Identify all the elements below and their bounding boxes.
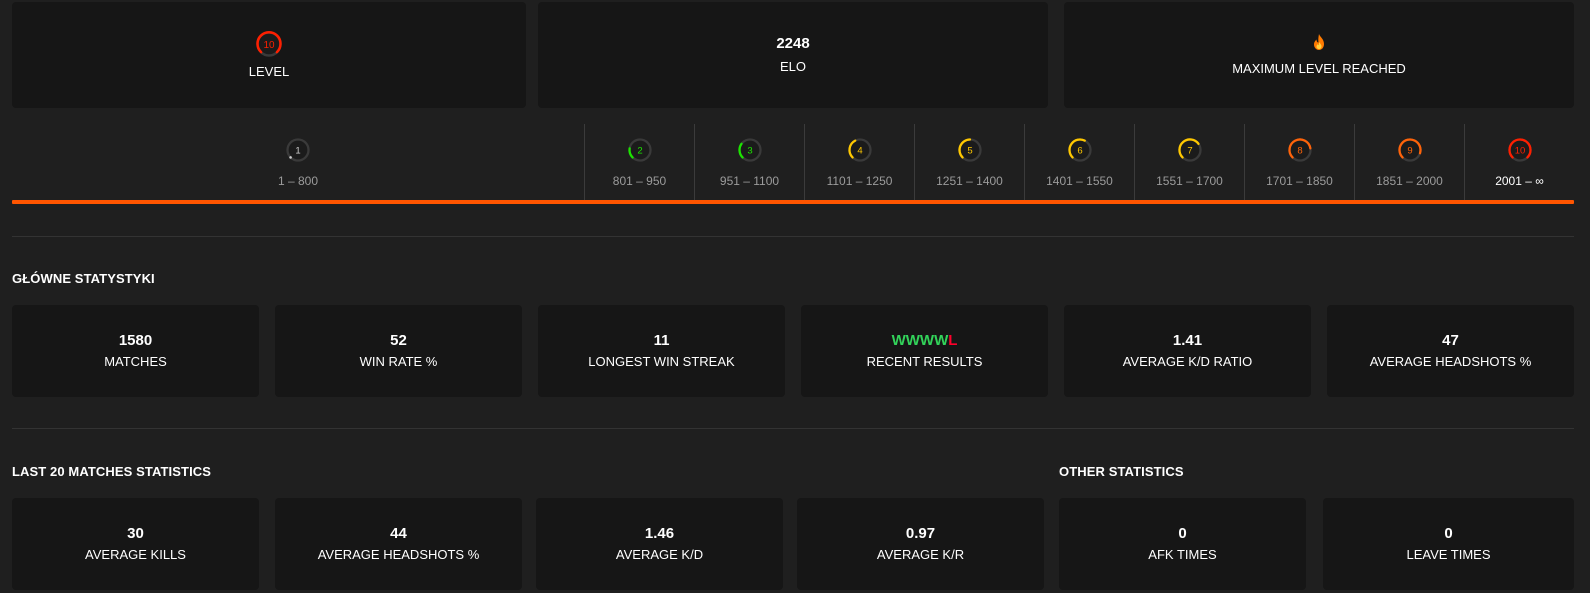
- faceit-stats-panel: 10 LEVEL 2248 ELO MAXIMUM LEVEL REACHED …: [0, 0, 1590, 593]
- stat-card-leave-times: 0 LEAVE TIMES: [1323, 498, 1574, 590]
- stat-card-average-headshots: 47 AVERAGE HEADSHOTS %: [1327, 305, 1574, 397]
- level-range-label: 1401 – 1550: [1046, 174, 1113, 188]
- stat-card-matches: 1580 MATCHES: [12, 305, 259, 397]
- level-4-icon: 4: [846, 136, 874, 164]
- level-3-icon: 3: [736, 136, 764, 164]
- last20-title: LAST 20 MATCHES STATISTICS: [12, 464, 212, 479]
- stat-label: LONGEST WIN STREAK: [588, 354, 735, 369]
- max-level-card: MAXIMUM LEVEL REACHED: [1064, 2, 1574, 108]
- stat-value: 52: [390, 332, 407, 349]
- result-win: W: [905, 332, 920, 349]
- level-9-icon: 9: [1396, 136, 1424, 164]
- svg-text:4: 4: [857, 146, 862, 157]
- stat-value: 30: [127, 525, 144, 542]
- stat-card-recent-results: WWWWL RECENT RESULTS: [801, 305, 1048, 397]
- stat-card-average-kills: 30 AVERAGE KILLS: [12, 498, 259, 590]
- level-segment-5: 5 1251 – 1400: [914, 124, 1024, 200]
- svg-text:7: 7: [1187, 146, 1192, 157]
- level-card: 10 LEVEL: [12, 2, 526, 108]
- level-range-label: 951 – 1100: [719, 174, 780, 188]
- svg-text:2: 2: [637, 146, 642, 157]
- level-segment-7: 7 1551 – 1700: [1134, 124, 1244, 200]
- level-segment-10: 10 2001 – ∞: [1464, 124, 1574, 200]
- stat-value: 0: [1178, 525, 1187, 542]
- result-win: W: [891, 332, 906, 349]
- stat-card-average-k-r: 0.97 AVERAGE K/R: [797, 498, 1044, 590]
- stat-card-average-k-d: 1.46 AVERAGE K/D: [536, 498, 783, 590]
- level-segment-2: 2 801 – 950: [584, 124, 694, 200]
- fire-icon: [1311, 33, 1327, 56]
- level-segment-8: 8 1701 – 1850: [1244, 124, 1354, 200]
- svg-text:6: 6: [1077, 146, 1082, 157]
- stat-label: LEAVE TIMES: [1406, 547, 1491, 562]
- svg-text:10: 10: [263, 40, 275, 51]
- svg-text:8: 8: [1297, 146, 1302, 157]
- stat-label: AFK TIMES: [1148, 547, 1217, 562]
- elo-value: 2248: [776, 35, 810, 52]
- result-win: W: [919, 332, 935, 349]
- stat-value: 44: [390, 525, 407, 542]
- stat-label: AVERAGE K/R: [876, 547, 965, 562]
- level-range-label: 1701 – 1850: [1266, 174, 1333, 188]
- stat-value: 0: [1444, 525, 1453, 542]
- level-progress-line: [12, 200, 1574, 204]
- stat-label: AVERAGE KILLS: [85, 547, 186, 562]
- stat-label: RECENT RESULTS: [866, 354, 983, 369]
- stat-card-average-k-d-ratio: 1.41 AVERAGE K/D RATIO: [1064, 305, 1311, 397]
- level-6-icon: 6: [1066, 136, 1094, 164]
- stat-value: 1580: [118, 332, 153, 349]
- level-range-label: 1 – 800: [277, 174, 319, 188]
- stat-value: WWWWL: [892, 331, 958, 351]
- max-level-label: MAXIMUM LEVEL REACHED: [1232, 60, 1406, 76]
- stat-value: 47: [1442, 332, 1459, 349]
- level-2-icon: 2: [626, 136, 654, 164]
- level-range-label: 2001 – ∞: [1495, 174, 1544, 188]
- level-5-icon: 5: [956, 136, 984, 164]
- svg-text:1: 1: [295, 146, 300, 157]
- level-segment-4: 4 1101 – 1250: [804, 124, 914, 200]
- divider: [12, 428, 1574, 429]
- stat-label: AVERAGE HEADSHOTS %: [1369, 354, 1532, 369]
- level-segment-3: 3 951 – 1100: [694, 124, 804, 200]
- level-label: LEVEL: [248, 64, 290, 79]
- elo-card: 2248 ELO: [538, 2, 1048, 108]
- other-stats-title: OTHER STATISTICS: [1059, 464, 1184, 479]
- level-segment-9: 9 1851 – 2000: [1354, 124, 1464, 200]
- stat-card-afk-times: 0 AFK TIMES: [1059, 498, 1306, 590]
- stat-value: 1.46: [644, 525, 675, 542]
- level-progress-bar: 1 1 – 800 2 801 – 950 3 951 – 1100 4 1101 – 125…: [12, 124, 1574, 204]
- level-range-label: 1251 – 1400: [936, 174, 1003, 188]
- result-win: W: [934, 332, 949, 349]
- level-10-icon: 10: [254, 29, 284, 59]
- stat-label: WIN RATE %: [359, 354, 438, 369]
- level-10-icon: 10: [1506, 136, 1534, 164]
- stat-value: 11: [653, 332, 670, 349]
- level-range-label: 1851 – 2000: [1376, 174, 1443, 188]
- level-7-icon: 7: [1176, 136, 1204, 164]
- level-8-icon: 8: [1286, 136, 1314, 164]
- svg-text:10: 10: [1514, 146, 1525, 157]
- divider: [12, 236, 1574, 237]
- main-stats-title: GŁÓWNE STATYSTYKI: [12, 271, 155, 286]
- level-segment-1: 1 1 – 800: [12, 124, 584, 200]
- svg-text:9: 9: [1407, 146, 1412, 157]
- svg-text:3: 3: [747, 146, 752, 157]
- level-range-label: 801 – 950: [612, 174, 667, 188]
- stat-card-win-rate: 52 WIN RATE %: [275, 305, 522, 397]
- level-range-label: 1101 – 1250: [826, 174, 893, 188]
- result-loss: L: [948, 332, 958, 349]
- level-segment-6: 6 1401 – 1550: [1024, 124, 1134, 200]
- stat-label: AVERAGE HEADSHOTS %: [317, 547, 480, 562]
- stat-value: 1.41: [1172, 332, 1203, 349]
- stat-label: AVERAGE K/D: [615, 547, 704, 562]
- stat-label: AVERAGE K/D RATIO: [1122, 354, 1253, 369]
- stat-label: MATCHES: [104, 354, 167, 369]
- svg-text:5: 5: [967, 146, 972, 157]
- level-1-icon: 1: [284, 136, 312, 164]
- stat-card-longest-win-streak: 11 LONGEST WIN STREAK: [538, 305, 785, 397]
- stat-value: 0.97: [905, 525, 936, 542]
- elo-label: ELO: [779, 59, 806, 74]
- stat-card-average-headshots: 44 AVERAGE HEADSHOTS %: [275, 498, 522, 590]
- level-range-label: 1551 – 1700: [1156, 174, 1223, 188]
